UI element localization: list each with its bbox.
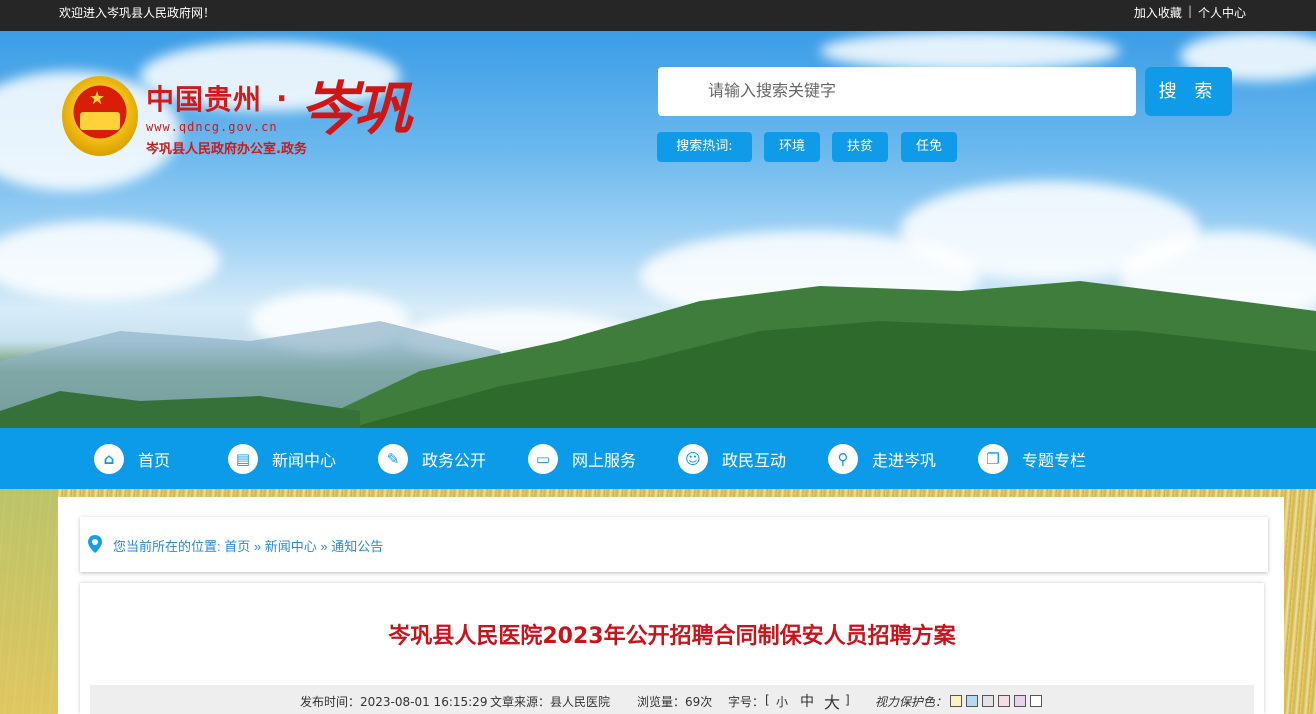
search-input[interactable] xyxy=(658,67,1136,116)
top-bar: 欢迎进入岑巩县人民政府网！ 加入收藏 | 个人中心 xyxy=(0,0,1316,31)
breadcrumb-home[interactable]: 首页 xyxy=(224,539,250,554)
breadcrumb-notice[interactable]: 通知公告 xyxy=(331,539,383,554)
top-links: 加入收藏 | 个人中心 xyxy=(1134,4,1246,21)
nav-label: 新闻中心 xyxy=(272,451,337,470)
font-size-bracket-open: [ xyxy=(765,693,770,707)
nav-item-online-service[interactable]: ▭ 网上服务 xyxy=(528,443,636,475)
logo-office: 岑巩县人民政府办公室.政务 xyxy=(146,142,307,157)
logo-title: 中国贵州 xyxy=(146,83,263,116)
top-link-separator: | xyxy=(1187,4,1192,18)
breadcrumb-separator: » xyxy=(253,539,262,554)
font-size-bracket-close: ] xyxy=(845,693,850,707)
breadcrumb-prefix: 您当前所在的位置: xyxy=(113,539,221,554)
national-emblem-icon: ★ xyxy=(62,76,138,156)
eye-color-swatch[interactable] xyxy=(1014,695,1026,707)
nav-label: 首页 xyxy=(138,451,171,470)
hot-words-label: 搜索热词: xyxy=(657,132,752,162)
article-meta-bar: 发布时间：2023-08-01 16:15:29 文章来源：县人民医院 浏览量：… xyxy=(90,685,1254,714)
pen-icon: ✎ xyxy=(378,444,408,474)
eye-color-swatch[interactable] xyxy=(1030,695,1042,707)
eye-color-swatch[interactable] xyxy=(998,695,1010,707)
main-nav: ⌂ 首页 ▤ 新闻中心 ✎ 政务公开 ▭ 网上服务 ☺ 政民互动 ⚲ 走进岑巩 … xyxy=(0,428,1316,489)
monitor-icon: ▭ xyxy=(528,444,558,474)
nav-label: 政务公开 xyxy=(422,451,487,470)
breadcrumb-news[interactable]: 新闻中心 xyxy=(265,539,317,554)
nav-item-about[interactable]: ⚲ 走进岑巩 xyxy=(828,443,936,475)
nav-label: 政民互动 xyxy=(722,451,787,470)
site-logo[interactable]: ★ 中国贵州 . 岑巩 www.qdncg.gov.cn 岑巩县人民政府办公室.… xyxy=(62,74,462,164)
font-size-small-button[interactable]: 小 xyxy=(776,693,788,710)
eye-color-swatch[interactable] xyxy=(950,695,962,707)
view-count: 浏览量：69次 xyxy=(637,695,713,709)
map-icon: ⚲ xyxy=(828,444,858,474)
welcome-text: 欢迎进入岑巩县人民政府网！ xyxy=(59,6,216,20)
article-source: 文章来源：县人民医院 xyxy=(490,695,611,709)
bookmark-icon: ❐ xyxy=(978,444,1008,474)
field-left-decoration xyxy=(0,489,58,714)
hot-word-environment[interactable]: 环境 xyxy=(764,132,820,162)
nav-label: 走进岑巩 xyxy=(872,451,937,470)
nav-item-home[interactable]: ⌂ 首页 xyxy=(94,443,170,475)
header-banner: ★ 中国贵州 . 岑巩 www.qdncg.gov.cn 岑巩县人民政府办公室.… xyxy=(0,31,1316,428)
eye-care-label: 视力保护色： xyxy=(875,695,948,709)
home-icon: ⌂ xyxy=(94,444,124,474)
nav-item-gov-affairs[interactable]: ✎ 政务公开 xyxy=(378,443,486,475)
breadcrumb-text: 您当前所在的位置: 首页 » 新闻中心 » 通知公告 xyxy=(113,536,383,555)
article-title: 岑巩县人民医院2023年公开招聘合同制保安人员招聘方案 xyxy=(388,624,956,649)
hot-word-poverty[interactable]: 扶贫 xyxy=(832,132,888,162)
font-size-medium-button[interactable]: 中 xyxy=(800,691,814,711)
nav-label: 网上服务 xyxy=(572,451,637,470)
hot-word-appointment[interactable]: 任免 xyxy=(901,132,957,162)
nav-label: 专题专栏 xyxy=(1022,451,1087,470)
logo-dot: . xyxy=(276,74,288,109)
nav-item-special[interactable]: ❐ 专题专栏 xyxy=(978,443,1086,475)
eye-color-swatch[interactable] xyxy=(966,695,978,707)
people-icon: ☺ xyxy=(678,444,708,474)
search-button[interactable]: 搜 索 xyxy=(1145,67,1232,116)
bookmark-link[interactable]: 加入收藏 xyxy=(1134,4,1182,21)
nav-item-interaction[interactable]: ☺ 政民互动 xyxy=(678,443,786,475)
breadcrumb: 您当前所在的位置: 首页 » 新闻中心 » 通知公告 xyxy=(80,517,1268,572)
logo-calligraphy: 岑巩 xyxy=(300,75,412,143)
breadcrumb-separator: » xyxy=(320,539,328,554)
article-card: 岑巩县人民医院2023年公开招聘合同制保安人员招聘方案 发布时间：2023-08… xyxy=(80,583,1264,714)
personal-center-link[interactable]: 个人中心 xyxy=(1198,4,1246,21)
nav-item-news[interactable]: ▤ 新闻中心 xyxy=(228,443,336,475)
newspaper-icon: ▤ xyxy=(228,444,258,474)
logo-url: www.qdncg.gov.cn xyxy=(146,120,278,134)
location-pin-icon xyxy=(88,535,102,553)
publish-time: 发布时间：2023-08-01 16:15:29 xyxy=(300,695,488,709)
font-size-label: 字号： xyxy=(728,695,765,709)
eye-color-swatch[interactable] xyxy=(982,695,994,707)
search-box xyxy=(658,67,1136,116)
font-size-large-button[interactable]: 大 xyxy=(824,689,840,713)
